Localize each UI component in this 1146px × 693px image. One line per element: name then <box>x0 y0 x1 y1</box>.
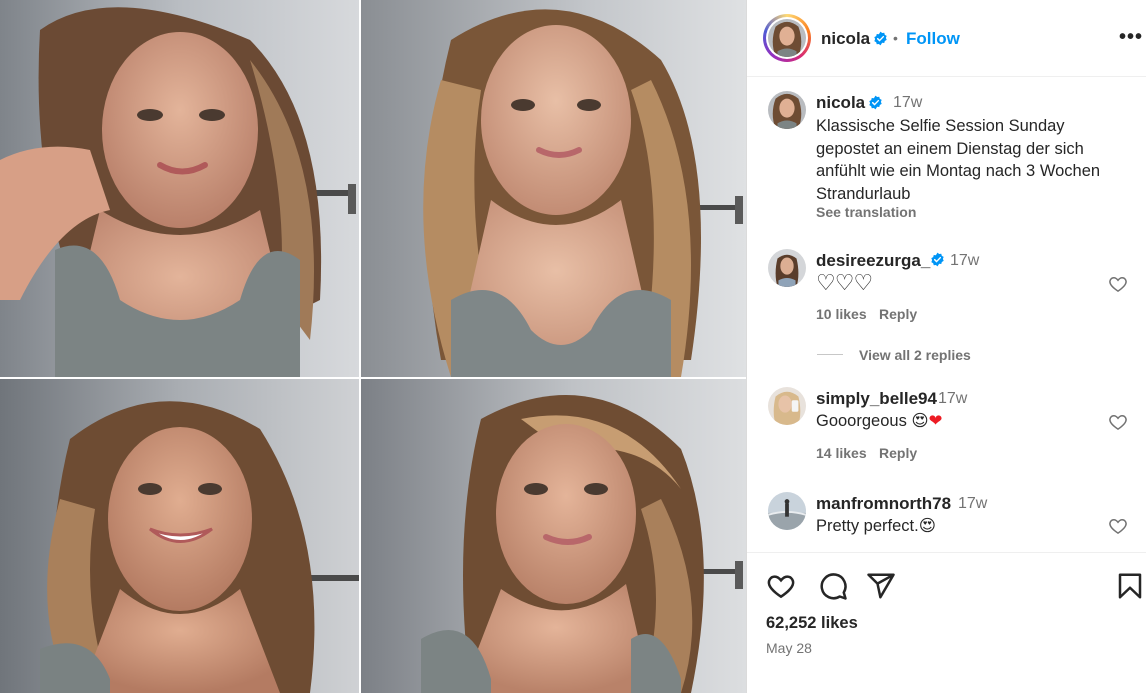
comment-text-body: Pretty perfect. <box>816 517 919 535</box>
selfie-photo-3 <box>0 379 359 693</box>
selfie-photo-1 <box>0 0 359 377</box>
comment-text: Pretty perfect.😍 <box>816 515 936 538</box>
comment-like-heart-icon[interactable] <box>1108 412 1128 432</box>
caption-line: anfühlt wie ein Montag nach 3 Wochen <box>816 162 1101 180</box>
like-heart-icon[interactable] <box>766 571 796 601</box>
author-username[interactable]: nicola <box>821 29 870 49</box>
post-date[interactable]: May 28 <box>766 640 812 656</box>
see-translation-link[interactable]: See translation <box>816 204 916 220</box>
red-heart-emoji-icon: ❤ <box>928 411 943 430</box>
post-likes-count[interactable]: 62,252 likes <box>766 614 858 633</box>
heart-eyes-emoji-icon: 😍 <box>918 516 936 535</box>
heart-eyes-emoji-icon: 😍 <box>911 411 929 430</box>
comment-text: Gooorgeous 😍❤ <box>816 410 942 433</box>
comment-username[interactable]: manfromnorth78 <box>816 494 951 514</box>
caption-text: Klassische Selfie Session Sunday geposte… <box>816 115 1136 205</box>
caption-username[interactable]: nicola <box>816 93 865 113</box>
commenter-avatar[interactable] <box>768 387 806 425</box>
save-icon[interactable] <box>1115 571 1145 601</box>
verified-icon <box>869 95 882 110</box>
selfie-photo-4 <box>361 379 746 693</box>
selfie-photo-2 <box>361 0 746 377</box>
post-media[interactable] <box>0 0 746 693</box>
comment-username[interactable]: simply_belle94 <box>816 389 937 409</box>
comment-username[interactable]: desireezurga_ <box>816 251 930 271</box>
author-story-ring[interactable] <box>763 14 811 62</box>
comment-timestamp[interactable]: 17w <box>958 495 987 513</box>
header-separator: • <box>893 30 898 46</box>
caption-line: Strandurlaub <box>816 184 911 203</box>
comment-like-heart-icon[interactable] <box>1108 516 1128 536</box>
comment-likes[interactable]: 14 likes <box>816 445 867 461</box>
more-icon[interactable]: ••• <box>1119 26 1143 49</box>
reply-button[interactable]: Reply <box>879 445 917 461</box>
comment-timestamp[interactable]: 17w <box>950 252 979 270</box>
caption-timestamp[interactable]: 17w <box>893 94 922 112</box>
commenter-avatar[interactable] <box>768 249 806 287</box>
post-header: nicola • Follow ••• <box>747 0 1146 77</box>
comment-text: ♡♡♡ <box>816 270 873 295</box>
view-replies-button[interactable]: View all 2 replies <box>859 347 971 363</box>
comment-likes[interactable]: 10 likes <box>816 306 867 322</box>
author-avatar[interactable] <box>768 19 806 57</box>
comment-timestamp[interactable]: 17w <box>938 390 967 408</box>
verified-icon <box>874 31 887 46</box>
follow-button[interactable]: Follow <box>906 29 960 49</box>
caption-line: gepostet an einem Dienstag der sich <box>816 139 1084 158</box>
caption-line: Klassische Selfie Session Sunday <box>816 117 1065 135</box>
verified-icon <box>931 252 944 267</box>
reply-button[interactable]: Reply <box>879 306 917 322</box>
caption-author-avatar[interactable] <box>768 91 806 129</box>
replies-divider <box>817 354 843 355</box>
comment-text-body: Gooorgeous <box>816 412 907 430</box>
post-details-panel: nicola • Follow ••• nicola 17w Klassisch… <box>746 0 1146 693</box>
share-icon[interactable] <box>866 571 896 601</box>
comment-icon[interactable] <box>818 571 848 601</box>
comment-like-heart-icon[interactable] <box>1108 274 1128 294</box>
commenter-avatar[interactable] <box>768 492 806 530</box>
post-actions: 62,252 likes May 28 <box>747 552 1146 693</box>
